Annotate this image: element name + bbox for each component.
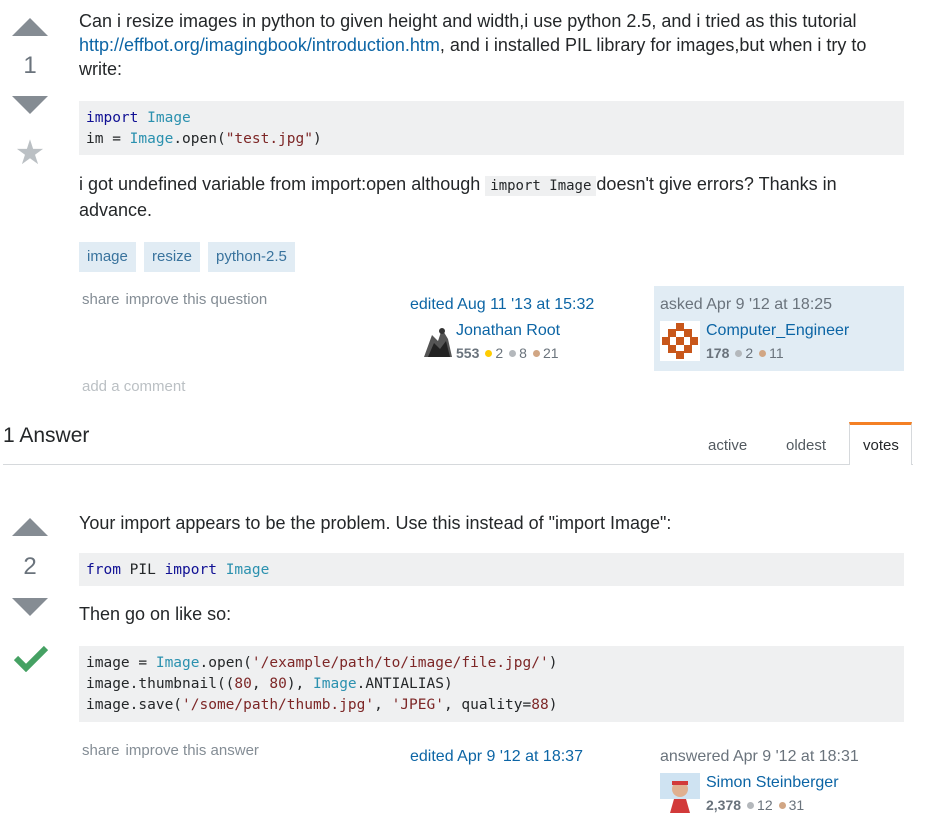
code-text: PIL [120,562,165,578]
share-link[interactable]: share [82,742,120,759]
gold-badge-count: 2 [495,345,504,361]
silver-badge-count: 2 [745,345,754,361]
code-text: .open( [199,655,252,671]
question-code-block: import Image im = Image.open("test.jpg") [79,101,904,155]
avatar[interactable] [660,321,700,361]
code-type: Image [147,110,191,126]
tag-resize[interactable]: resize [144,242,201,272]
asker-reputation: 178 2 11 [706,345,784,361]
silver-badge-icon [735,350,743,358]
bronze-badge-count: 31 [788,797,805,813]
avatar[interactable] [418,321,458,361]
bronze-badge-count: 11 [769,345,784,361]
answer-post-menu: share improve this answer [82,742,265,759]
tag-image[interactable]: image [79,242,136,272]
code-text: ) [548,697,558,713]
question-post-menu: share improve this question [82,291,273,308]
star-icon[interactable]: ★ [12,136,48,170]
code-number: 80 [269,676,287,692]
tab-votes-label: votes [863,437,899,454]
code-type: Image [313,676,357,692]
question-text: Can i resize images in python to given h… [79,11,857,31]
tutorial-link[interactable]: http://effbot.org/imagingbook/introducti… [79,35,440,55]
answer-vote-up-button[interactable] [12,518,48,536]
code-number: 88 [531,697,549,713]
bronze-badge-icon [759,350,767,358]
code-text: , [251,676,270,692]
inline-code: import Image [485,176,597,196]
code-text: ) [313,131,322,147]
code-text: ) [548,655,558,671]
silver-badge-count: 8 [519,345,527,361]
code-number: 80 [234,676,252,692]
answer-paragraph-2: Then go on like so: [79,604,232,624]
tag-python-2-5[interactable]: python-2.5 [208,242,295,272]
checkmark-icon [13,644,49,677]
question-body-paragraph-2: i got undefined variable from import:ope… [79,172,904,222]
asker-name-link[interactable]: Computer_Engineer [706,322,849,340]
code-string: '/some/path/thumb.jpg' [182,697,375,713]
code-text: ), [286,676,314,692]
share-link[interactable]: share [82,291,120,308]
code-text: im = [86,131,130,147]
question-text: i got undefined variable from import:ope… [79,174,486,194]
answer-paragraph-1: Your import appears to be the problem. U… [79,513,672,533]
bronze-badge-icon [778,802,786,810]
reputation-score: 178 [706,345,730,361]
answers-header-divider [3,464,913,465]
question-vote-count: 1 [23,52,37,79]
answer-code-block-2: image = Image.open('/example/path/to/ima… [79,646,904,722]
question-vote-up-button[interactable] [12,18,48,36]
reputation-score: 553 [456,345,480,361]
editor-name-link[interactable]: Jonathan Root [456,322,560,340]
code-type: Image [155,655,200,671]
code-type: Image [225,562,270,578]
silver-badge-icon [747,802,755,810]
edited-timestamp-link[interactable]: edited Aug 11 '13 at 15:32 [410,296,594,314]
answer-edited-timestamp-link[interactable]: edited Apr 9 '12 at 18:37 [410,748,583,766]
answer-vote-count: 2 [23,553,37,580]
code-text: image.thumbnail(( [86,676,235,692]
code-text: , quality= [443,697,532,713]
answer-vote-down-button[interactable] [12,598,48,616]
editor-reputation: 553 2 8 21 [456,345,559,361]
code-keyword: import [86,110,139,126]
bronze-badge-count: 21 [542,345,559,361]
tab-votes[interactable]: votes [849,422,912,465]
code-string: "test.jpg" [225,131,314,147]
asked-timestamp: asked Apr 9 '12 at 18:25 [660,296,833,313]
code-string: 'JPEG' [391,697,444,713]
tab-active[interactable]: active [708,437,747,454]
question-vote-down-button[interactable] [12,96,48,114]
code-text: .ANTIALIAS) [356,676,453,692]
improve-answer-link[interactable]: improve this answer [126,742,259,759]
question-body-paragraph-1: Can i resize images in python to given h… [79,9,909,81]
answer-code-block-1: from PIL import Image [79,553,904,586]
gold-badge-icon [485,350,493,358]
code-keyword: import [164,562,217,578]
code-type: Image [129,131,174,147]
answers-count-heading: 1 Answer [3,424,90,447]
code-keyword: from [86,562,121,578]
reputation-score: 2,378 [706,797,742,813]
avatar[interactable] [660,773,700,813]
answerer-name-link[interactable]: Simon Steinberger [706,774,839,792]
answered-timestamp: answered Apr 9 '12 at 18:31 [660,748,859,765]
code-text: image.save( [86,697,183,713]
improve-question-link[interactable]: improve this question [126,291,268,308]
tab-oldest[interactable]: oldest [786,437,826,454]
code-text: .open( [173,131,226,147]
silver-badge-count: 12 [757,797,773,813]
bronze-badge-icon [532,350,540,358]
code-text: , [374,697,392,713]
add-comment-link[interactable]: add a comment [82,378,185,395]
answerer-reputation: 2,378 12 31 [706,797,804,813]
code-text: image = [86,655,156,671]
silver-badge-icon [509,350,517,358]
code-string: '/example/path/to/image/file.jpg/' [251,655,549,671]
